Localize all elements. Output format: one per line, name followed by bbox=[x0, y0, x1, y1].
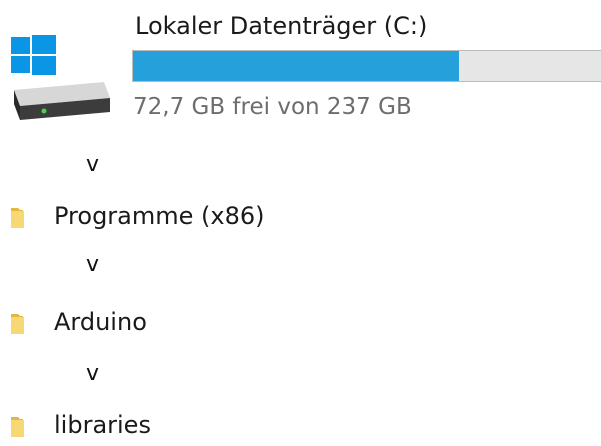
drive-usage-fill bbox=[133, 51, 459, 81]
path-arrow: v bbox=[86, 252, 100, 277]
folder-icon bbox=[11, 417, 24, 437]
drive-title: Lokaler Datenträger (C:) bbox=[135, 12, 428, 40]
folder-icon bbox=[11, 314, 24, 334]
folder-icon bbox=[11, 208, 24, 228]
folder-item-programme-x86[interactable]: Programme (x86) bbox=[0, 197, 601, 237]
windows-drive-icon bbox=[11, 35, 110, 120]
folder-label: Arduino bbox=[54, 308, 147, 336]
path-arrow: v bbox=[86, 152, 100, 177]
folder-label: Programme (x86) bbox=[54, 202, 265, 230]
drive-tile-c[interactable]: Lokaler Datenträger (C:) 72,7 GB frei vo… bbox=[0, 0, 601, 135]
drive-free-space: 72,7 GB frei von 237 GB bbox=[133, 94, 412, 120]
folder-label: libraries bbox=[54, 411, 151, 439]
folder-item-arduino[interactable]: Arduino bbox=[0, 303, 601, 343]
drive-usage-bar bbox=[132, 50, 601, 82]
path-arrow: v bbox=[86, 361, 100, 386]
folder-item-libraries[interactable]: libraries bbox=[0, 406, 601, 446]
